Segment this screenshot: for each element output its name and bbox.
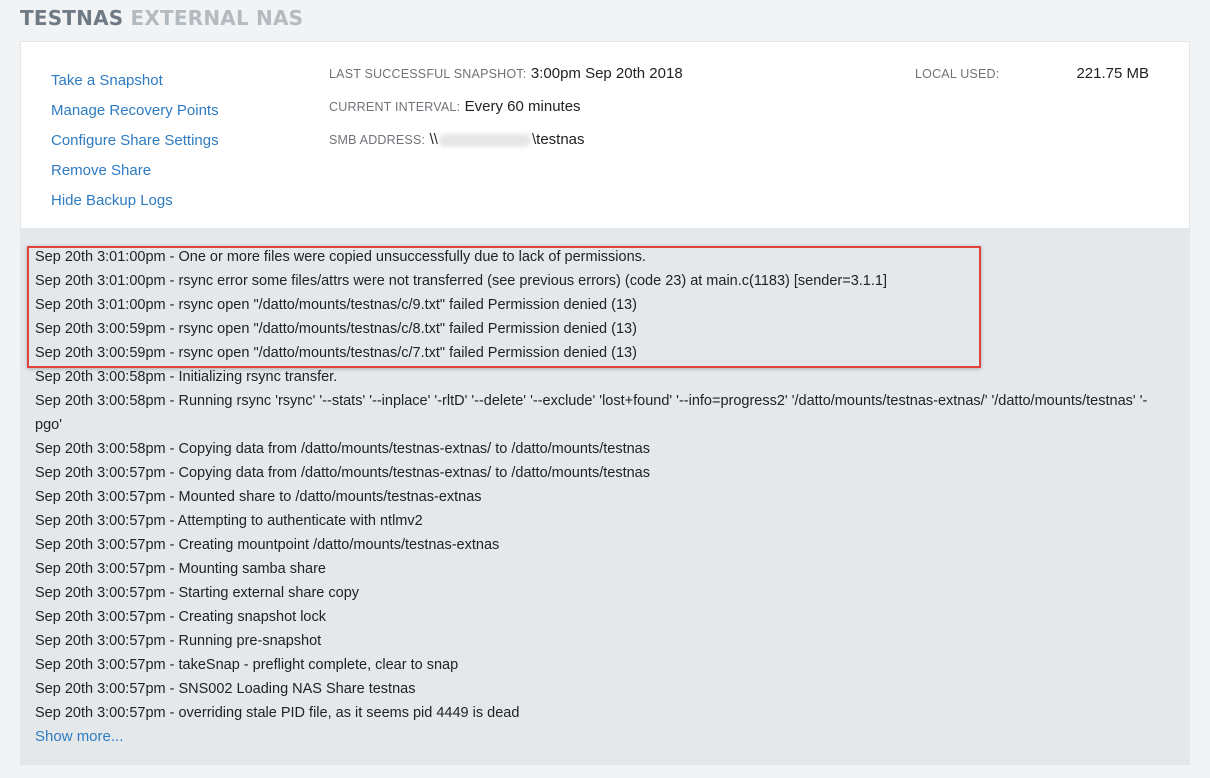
local-used: LOCAL USED: 221.75 MB xyxy=(915,62,1149,86)
last-snapshot-value: 3:00pm Sep 20th 2018 xyxy=(530,65,683,82)
backup-logs-panel: Sep 20th 3:01:00pm - One or more files w… xyxy=(20,228,1190,765)
log-line: Sep 20th 3:00:57pm - Creating snapshot l… xyxy=(35,609,326,625)
log-line: Sep 20th 3:00:59pm - rsync open "/datto/… xyxy=(35,345,637,361)
remove-share-link[interactable]: Remove Share xyxy=(51,156,219,186)
redacted-host xyxy=(438,133,531,147)
manage-recovery-points-link[interactable]: Manage Recovery Points xyxy=(51,96,219,126)
log-line: Sep 20th 3:00:58pm - Initializing rsync … xyxy=(35,369,338,385)
log-list: Sep 20th 3:01:00pm - One or more files w… xyxy=(35,245,1165,749)
share-name: TESTNAS xyxy=(20,6,124,30)
log-line: Sep 20th 3:00:57pm - takeSnap - prefligh… xyxy=(35,657,459,673)
log-line: Sep 20th 3:00:57pm - Copying data from /… xyxy=(35,465,650,481)
show-more-link[interactable]: Show more... xyxy=(35,725,123,749)
smb-address-value: \\ \testnas xyxy=(430,131,585,148)
interval-label: CURRENT INTERVAL: xyxy=(329,100,461,114)
smb-address-label: SMB ADDRESS: xyxy=(329,133,426,147)
share-type: EXTERNAL NAS xyxy=(130,6,304,30)
last-snapshot-row: LAST SUCCESSFUL SNAPSHOT: 3:00pm Sep 20t… xyxy=(329,62,683,95)
smb-address-prefix: \\ xyxy=(429,131,438,148)
log-line: Sep 20th 3:00:57pm - Creating mountpoint… xyxy=(35,537,500,553)
configure-share-settings-link[interactable]: Configure Share Settings xyxy=(51,126,219,156)
local-used-value: 221.75 MB xyxy=(1076,65,1149,82)
interval-row: CURRENT INTERVAL: Every 60 minutes xyxy=(329,95,683,128)
log-line: Sep 20th 3:00:57pm - Running pre-snapsho… xyxy=(35,633,322,649)
log-line: Sep 20th 3:00:58pm - Copying data from /… xyxy=(35,441,650,457)
hide-backup-logs-link[interactable]: Hide Backup Logs xyxy=(51,186,219,216)
log-line: Sep 20th 3:00:59pm - rsync open "/datto/… xyxy=(35,321,637,337)
smb-address-row: SMB ADDRESS: \\ \testnas xyxy=(329,128,683,161)
log-line: Sep 20th 3:01:00pm - rsync open "/datto/… xyxy=(35,297,637,313)
smb-address-suffix: \testnas xyxy=(531,131,585,148)
log-line: Sep 20th 3:01:00pm - rsync error some fi… xyxy=(35,273,887,289)
log-line: Sep 20th 3:00:58pm - Running rsync 'rsyn… xyxy=(35,393,1148,433)
interval-value: Every 60 minutes xyxy=(464,98,581,115)
share-actions: Take a Snapshot Manage Recovery Points C… xyxy=(51,66,219,216)
last-snapshot-label: LAST SUCCESSFUL SNAPSHOT: xyxy=(329,67,527,81)
share-info: LAST SUCCESSFUL SNAPSHOT: 3:00pm Sep 20t… xyxy=(329,62,683,161)
page-title: TESTNAS EXTERNAL NAS xyxy=(20,6,303,30)
log-line: Sep 20th 3:00:57pm - SNS002 Loading NAS … xyxy=(35,681,416,697)
log-line: Sep 20th 3:00:57pm - Starting external s… xyxy=(35,585,360,601)
log-line: Sep 20th 3:01:00pm - One or more files w… xyxy=(35,249,646,265)
local-used-label: LOCAL USED: xyxy=(915,67,1000,81)
log-line: Sep 20th 3:00:57pm - overriding stale PI… xyxy=(35,705,520,721)
share-summary-card: Take a Snapshot Manage Recovery Points C… xyxy=(20,41,1190,229)
log-line: Sep 20th 3:00:57pm - Mounting samba shar… xyxy=(35,561,326,577)
log-line: Sep 20th 3:00:57pm - Mounted share to /d… xyxy=(35,489,482,505)
log-line: Sep 20th 3:00:57pm - Attempting to authe… xyxy=(35,513,423,529)
take-snapshot-link[interactable]: Take a Snapshot xyxy=(51,66,219,96)
